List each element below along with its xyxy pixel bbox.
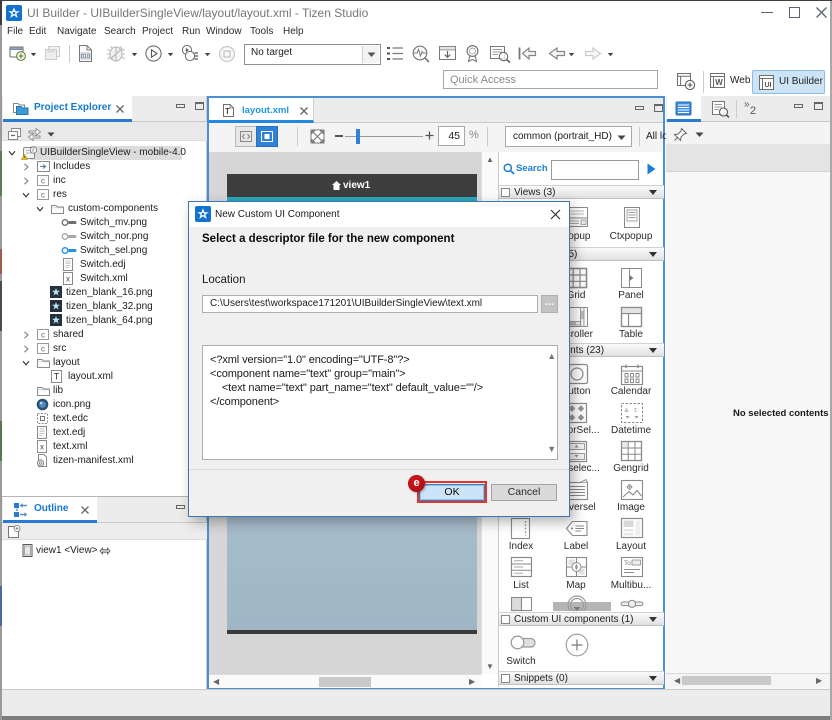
svg-text:c: c xyxy=(41,191,45,200)
svg-text:c: c xyxy=(41,177,45,186)
svg-text:T: T xyxy=(54,372,60,382)
svg-text:To:: To: xyxy=(624,560,633,567)
svg-text:a.: a. xyxy=(624,408,629,414)
svg-text:010: 010 xyxy=(81,54,90,60)
svg-text:c: c xyxy=(41,345,45,354)
svg-text:x: x xyxy=(40,443,44,452)
svg-text:c: c xyxy=(41,331,45,340)
svg-text:UI: UI xyxy=(765,82,772,89)
svg-text:t:: t: xyxy=(634,408,638,414)
svg-text:W: W xyxy=(715,78,723,87)
svg-text:x: x xyxy=(66,275,70,284)
svg-text:T: T xyxy=(225,107,230,116)
